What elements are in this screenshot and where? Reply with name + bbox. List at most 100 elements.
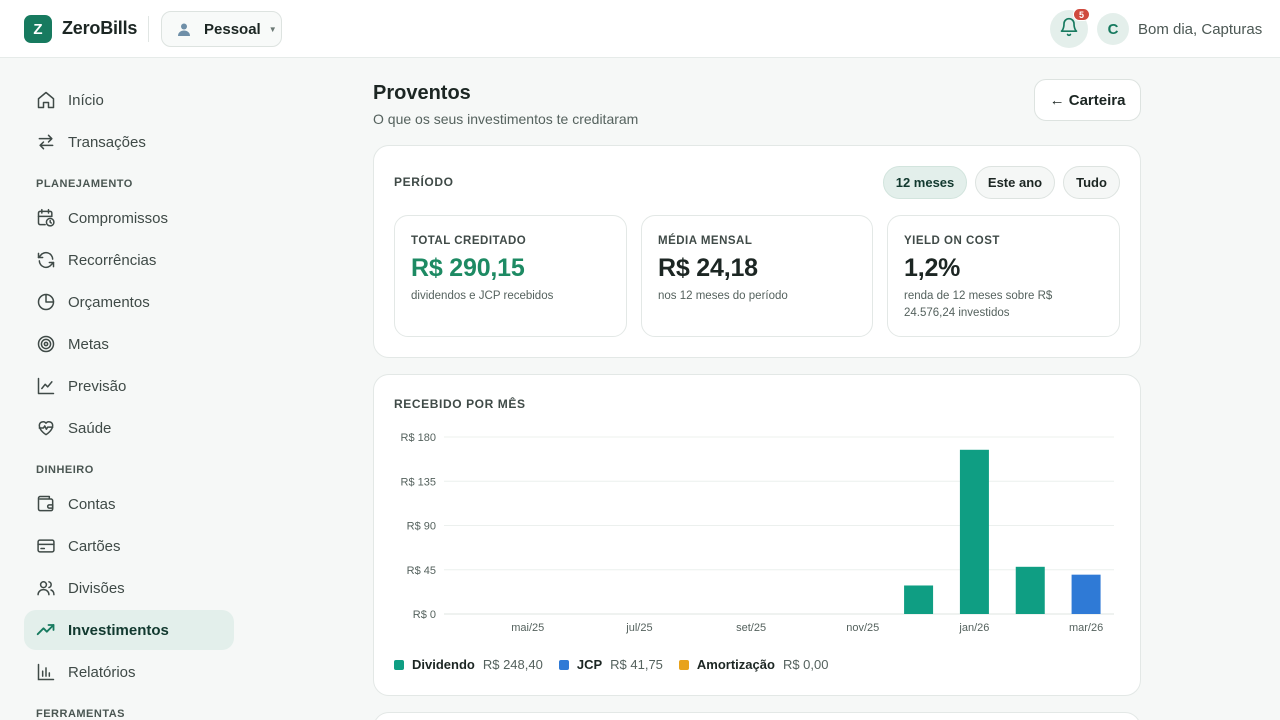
sidebar-item-label: Relatórios xyxy=(68,663,136,681)
stat-value: R$ 24,18 xyxy=(658,254,758,282)
sidebar-item-label: Divisões xyxy=(68,579,125,597)
stat-note: dividendos e JCP recebidos xyxy=(411,290,554,302)
app-name[interactable]: ZeroBills xyxy=(62,18,137,39)
sidebar-item-relatorios[interactable]: Relatórios xyxy=(24,652,234,692)
users-icon xyxy=(36,578,56,598)
legend-item: Dividendo R$ 248,40 xyxy=(394,657,543,672)
sidebar-item-label: Metas xyxy=(68,335,109,353)
sidebar-item-label: Previsão xyxy=(68,377,127,395)
y-tick-label: R$ 90 xyxy=(407,521,436,533)
legend-item: Amortização R$ 0,00 xyxy=(678,657,829,672)
sidebar-item-label: Recorrências xyxy=(68,251,157,269)
sidebar-item-label: Investimentos xyxy=(68,621,169,639)
y-tick-label: R$ 180 xyxy=(401,432,436,444)
home-icon xyxy=(36,90,56,110)
sidebar-section-planejamento: PLANEJAMENTO xyxy=(36,178,133,190)
legend-value: R$ 41,75 xyxy=(610,657,663,672)
transfer-icon xyxy=(36,132,56,152)
monthly-received-chart: R$ 0 R$ 45 R$ 90 R$ 135 R$ 180 mai/25 jul/25 se… xyxy=(401,432,1114,634)
workspace-label: Pessoal xyxy=(204,20,261,38)
legend-swatch xyxy=(678,659,689,670)
user-greeting[interactable]: Bom dia, Capturas xyxy=(1138,21,1262,38)
chart-legend: Dividendo R$ 248,40 JCP R$ 41,75 Amortização… xyxy=(394,657,844,672)
line-chart-icon xyxy=(36,376,56,396)
legend-name: JCP xyxy=(576,657,603,672)
chevron-down-icon: ▼ xyxy=(268,24,277,34)
notification-badge: 5 xyxy=(1073,8,1090,21)
sidebar-item-compromissos[interactable]: Compromissos xyxy=(24,198,234,238)
sidebar-item-inicio[interactable]: Início xyxy=(24,80,234,120)
stat-value: 1,2% xyxy=(904,254,961,282)
page-subtitle: O que os seus investimentos te creditara… xyxy=(373,111,639,127)
sidebar-item-orcamentos[interactable]: Orçamentos xyxy=(24,282,234,322)
sidebar-item-saude[interactable]: Saúde xyxy=(24,408,234,448)
legend-swatch xyxy=(558,659,569,670)
stat-card-media-mensal: MÉDIA MENSAL R$ 24,18 nos 12 meses do pe… xyxy=(641,215,873,337)
period-label: PERÍODO xyxy=(394,175,454,189)
sidebar-item-metas[interactable]: Metas xyxy=(24,324,234,364)
sidebar-item-label: Compromissos xyxy=(68,209,169,227)
user-avatar[interactable]: C xyxy=(1097,13,1129,45)
sidebar-item-investimentos[interactable]: Investimentos xyxy=(24,610,234,650)
trending-up-icon xyxy=(36,620,56,640)
bar xyxy=(1071,574,1101,614)
y-tick-label: R$ 0 xyxy=(413,609,436,621)
stat-card-yield-on-cost: YIELD ON COST 1,2% renda de 12 meses sob… xyxy=(887,215,1120,337)
sidebar-item-recorrencias[interactable]: Recorrências xyxy=(24,240,234,280)
legend-name: Amortização xyxy=(696,657,775,672)
sidebar-item-label: Saúde xyxy=(68,419,112,437)
bar-chart-icon xyxy=(36,662,56,682)
sidebar-item-cartoes[interactable]: Cartões xyxy=(24,526,234,566)
brand-divider xyxy=(148,16,149,42)
stat-label: TOTAL CREDITADO xyxy=(411,235,527,247)
sidebar-section-dinheiro: DINHEIRO xyxy=(36,464,94,476)
stat-value: R$ 290,15 xyxy=(411,254,525,282)
calendar-clock-icon xyxy=(36,208,56,228)
legend-value: R$ 248,40 xyxy=(482,657,543,672)
sidebar-item-transacoes[interactable]: Transações xyxy=(24,122,234,162)
legend-item: JCP R$ 41,75 xyxy=(558,657,663,672)
back-to-portfolio-button[interactable]: ← Carteira xyxy=(1034,79,1141,121)
y-tick-label: R$ 45 xyxy=(407,565,436,577)
x-tick-label: mai/25 xyxy=(511,622,544,634)
top-bar: Z ZeroBills Pessoal ▼ 5 C Bom dia, Captu… xyxy=(0,0,1280,58)
sidebar-item-divisoes[interactable]: Divisões xyxy=(24,568,234,608)
sidebar-item-label: Orçamentos xyxy=(68,293,150,311)
bar xyxy=(1015,566,1045,614)
sidebar-section-ferramentas: FERRAMENTAS xyxy=(36,708,126,720)
legend-name: Dividendo xyxy=(412,657,475,672)
x-tick-label: jul/25 xyxy=(625,622,652,634)
pie-icon xyxy=(36,292,56,312)
stat-card-total-creditado: TOTAL CREDITADO R$ 290,15 dividendos e J… xyxy=(394,215,627,337)
stat-note: renda de 12 meses sobre R$ 24.576,24 inv… xyxy=(904,290,1053,319)
sidebar-item-label: Transações xyxy=(68,133,146,151)
legend-swatch xyxy=(394,659,404,670)
x-tick-label: jan/26 xyxy=(958,622,989,634)
sidebar-item-label: Contas xyxy=(68,495,116,513)
x-tick-label: mar/26 xyxy=(1069,622,1103,634)
period-option-tudo[interactable]: Tudo xyxy=(1063,166,1120,199)
stat-label: YIELD ON COST xyxy=(904,235,1000,247)
bar xyxy=(959,449,989,614)
wallet-icon xyxy=(36,494,56,514)
next-card xyxy=(373,712,1141,720)
legend-value: R$ 0,00 xyxy=(782,657,829,672)
sidebar-item-contas[interactable]: Contas xyxy=(24,484,234,524)
period-option-este-ano[interactable]: Este ano xyxy=(975,166,1055,199)
workspace-selector[interactable]: Pessoal ▼ xyxy=(161,11,282,47)
credit-card-icon xyxy=(36,536,56,556)
sidebar-item-previsao[interactable]: Previsão xyxy=(24,366,234,406)
app-logo[interactable]: Z xyxy=(24,15,52,43)
target-icon xyxy=(36,334,56,354)
x-tick-label: set/25 xyxy=(736,622,766,634)
heart-pulse-icon xyxy=(36,418,56,438)
page-title: Proventos xyxy=(373,82,471,104)
period-option-12-meses[interactable]: 12 meses xyxy=(883,166,967,199)
refresh-icon xyxy=(36,250,56,270)
y-tick-label: R$ 135 xyxy=(401,476,436,488)
x-tick-label: nov/25 xyxy=(846,622,879,634)
bar xyxy=(904,585,934,614)
stat-note: nos 12 meses do período xyxy=(658,290,788,302)
sidebar-item-label: Início xyxy=(68,91,104,109)
stat-label: MÉDIA MENSAL xyxy=(658,235,753,247)
